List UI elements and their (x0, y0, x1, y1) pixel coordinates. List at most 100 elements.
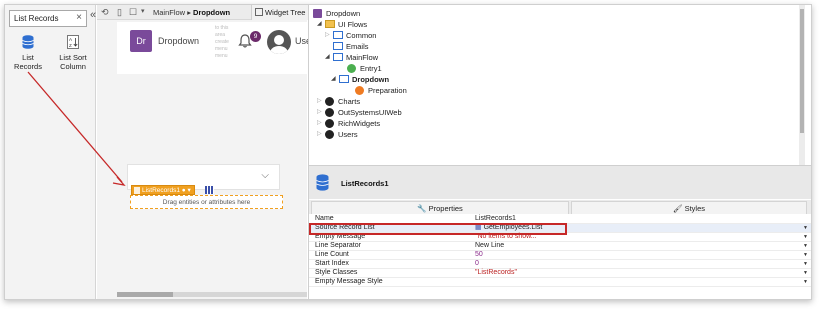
preparation-icon (355, 86, 364, 95)
property-name: Style Classes (315, 269, 358, 276)
tab-styles-label: Styles (684, 204, 706, 213)
dropdown-icon[interactable]: ▾ (141, 7, 145, 15)
svg-text:A: A (69, 37, 72, 42)
tab-widget-tree-label: Widget Tree (265, 8, 306, 17)
dropdown-arrow-icon[interactable]: ▼ (803, 233, 808, 242)
expanded-arrow-icon: ◢ (325, 54, 330, 60)
expanded-arrow-icon: ◢ (317, 21, 322, 27)
tree-label: Users (338, 130, 358, 139)
tree-label: Emails (346, 42, 369, 51)
screen-icon (339, 75, 349, 83)
tab-properties-label: Properties (428, 204, 463, 213)
clear-search-icon[interactable]: × (76, 12, 82, 23)
breadcrumb-parent[interactable]: MainFlow (153, 8, 185, 17)
elements-tree: Dropdown ◢ UI Flows ▷ Common Emails ◢ Ma… (308, 5, 805, 165)
tree-label: Preparation (368, 86, 407, 95)
properties-title: ListRecords1 (341, 179, 389, 188)
toolbox-panel: List Records × « List Records A Z List S… (5, 5, 96, 299)
tool-label: List Records (14, 53, 42, 71)
brush-icon: 🖌 (672, 204, 685, 213)
mobile-view-icon[interactable]: ▯ (117, 7, 122, 18)
menu-placeholder-hint: to this area create menu menu (215, 25, 229, 59)
tool-list-records[interactable]: List Records (8, 35, 48, 71)
property-value[interactable]: "ListRecords" (475, 269, 517, 278)
flow-icon (333, 53, 343, 61)
property-name: Empty Message Style (315, 278, 383, 285)
wrench-icon: 🔧 (417, 204, 429, 213)
tree-label: Entry1 (360, 64, 382, 73)
collapsed-arrow-icon: ▷ (325, 32, 330, 38)
tree-vertical-scrollbar[interactable] (799, 5, 805, 165)
property-row-line-separator[interactable]: Line Separator New Line ▼ (309, 242, 811, 251)
breadcrumb-current[interactable]: Dropdown (193, 8, 230, 17)
database-icon (22, 35, 34, 49)
widget-tree-icon (255, 8, 263, 16)
tab-properties[interactable]: 🔧 Properties (311, 201, 569, 214)
collapse-panel-icon[interactable]: « (90, 9, 96, 21)
scrollbar-thumb[interactable] (800, 9, 804, 133)
breadcrumb: MainFlow ▸ Dropdown (153, 8, 230, 17)
canvas-horizontal-scrollbar[interactable] (117, 292, 307, 297)
module-icon (325, 119, 334, 128)
toolbox-search-input[interactable]: List Records × (9, 10, 87, 27)
avatar (267, 30, 291, 54)
property-value[interactable]: New Line (475, 242, 504, 251)
dropdown-arrow-icon[interactable]: ▼ (803, 251, 808, 260)
table-icon (205, 186, 214, 194)
tree-label: Charts (338, 97, 361, 106)
expanded-arrow-icon: ◢ (331, 76, 336, 82)
widget-selection-tag[interactable]: ListRecords1 ● ▾ (131, 185, 195, 195)
chevron-down-icon: ⌵ (261, 170, 269, 181)
desktop-view-icon[interactable]: ☐ (129, 7, 137, 18)
toggle-icon[interactable]: ⟲ (101, 7, 109, 18)
tree-label: Dropdown (326, 9, 361, 18)
tree-label: Dropdown (352, 75, 390, 84)
property-row-empty-message-style[interactable]: Empty Message Style ▼ (309, 278, 811, 287)
database-icon (316, 174, 329, 191)
dropdown-arrow-icon[interactable]: ▼ (803, 278, 808, 287)
annotation-highlight-box (309, 223, 567, 235)
canvas-area[interactable]: ⟲ ▯ ☐ ▾ MainFlow ▸ Dropdown Dr Dropdown … (97, 5, 314, 299)
collapsed-arrow-icon: ▷ (317, 109, 322, 115)
ide-window: List Records × « List Records A Z List S… (4, 4, 812, 300)
property-row-style-classes[interactable]: Style Classes "ListRecords" ▼ (309, 269, 811, 278)
property-row-line-count[interactable]: Line Count 50 ▼ (309, 251, 811, 260)
sort-icon: A Z (67, 35, 79, 49)
svg-text:Z: Z (69, 43, 72, 48)
tree-label: MainFlow (346, 53, 379, 62)
property-row-start-index[interactable]: Start Index 0 ▼ (309, 260, 811, 269)
flow-icon (333, 42, 343, 50)
module-icon (325, 108, 334, 117)
screen-preview-header: Dr Dropdown to this area create menu men… (117, 22, 314, 74)
tree-label: OutSystemsUIWeb (338, 108, 402, 117)
app-icon (313, 9, 322, 18)
properties-tabs: 🔧 Properties 🖌 Styles (309, 200, 811, 214)
tree-label: Common (346, 31, 377, 40)
tool-list-sort-column[interactable]: A Z List Sort Column (51, 35, 95, 71)
collapsed-arrow-icon: ▷ (317, 131, 322, 137)
module-icon (325, 130, 334, 139)
app-name: Dropdown (158, 36, 200, 46)
scrollbar-thumb[interactable] (117, 292, 173, 297)
dropdown-arrow-icon[interactable]: ▼ (803, 269, 808, 278)
tree-label: UI Flows (338, 20, 368, 29)
tab-styles[interactable]: 🖌 Styles (571, 201, 807, 214)
dropdown-arrow-icon[interactable]: ▼ (803, 242, 808, 251)
property-name: Line Separator (315, 242, 361, 249)
toolbox-search-value: List Records (14, 14, 59, 23)
entry-check-icon (347, 64, 356, 73)
widget-tag-gear-icon: ● ▾ (181, 187, 191, 194)
widget-tag-label: ListRecords1 (142, 187, 180, 194)
property-name: Start Index (315, 260, 349, 267)
tab-widget-tree[interactable]: Widget Tree (251, 5, 311, 20)
flow-icon (333, 31, 343, 39)
notification-badge: 9 (250, 31, 261, 42)
property-value[interactable]: 50 (475, 251, 483, 260)
drop-zone[interactable]: Drag entities or attributes here (130, 195, 283, 209)
dropdown-arrow-icon[interactable]: ▼ (803, 224, 808, 233)
tool-label: List Sort Column (59, 53, 87, 71)
collapsed-arrow-icon: ▷ (317, 120, 322, 126)
dropdown-arrow-icon[interactable]: ▼ (803, 260, 808, 269)
property-value[interactable]: 0 (475, 260, 479, 269)
collapsed-arrow-icon: ▷ (317, 98, 322, 104)
